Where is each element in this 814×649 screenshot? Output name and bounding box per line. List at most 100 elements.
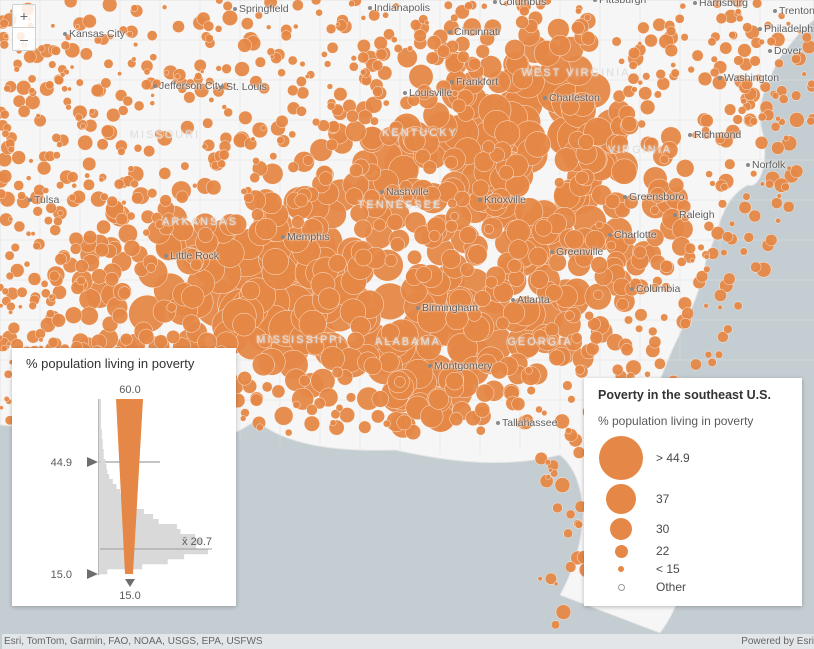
state-label: TENNESSEE — [358, 199, 443, 211]
city-label: Nashville — [386, 186, 429, 198]
city-point — [478, 198, 482, 202]
city-point — [403, 91, 407, 95]
city-point — [493, 0, 497, 4]
legend-bubble-label: 37 — [656, 492, 669, 506]
state-label: MISSISSIPPI — [256, 334, 343, 346]
city-label: Dover — [774, 45, 802, 57]
attribution-esri[interactable]: Powered by Esri — [741, 636, 814, 647]
city-point — [673, 213, 677, 217]
legend-bubble-label: 22 — [656, 544, 669, 558]
hist-top-label: 60.0 — [119, 384, 140, 396]
state-label: ALABAMA — [375, 336, 441, 348]
legend-row: 30 — [598, 518, 788, 540]
city-point — [758, 27, 762, 31]
legend-bubble-icon — [618, 566, 624, 572]
state-label: WEST VIRGINIA — [522, 67, 631, 79]
city-label: Trenton — [779, 5, 814, 17]
city-label: Norfolk — [752, 159, 785, 171]
attribution-sources: Esri, TomTom, Garmin, FAO, NOAA, USGS, E… — [4, 636, 263, 647]
city-label: Knoxville — [484, 194, 526, 206]
city-label: Richmond — [694, 129, 741, 141]
city-label: Memphis — [287, 231, 330, 243]
city-label: Columbia — [636, 283, 680, 295]
city-label: Washington — [724, 72, 779, 84]
city-label: Birmingham — [422, 302, 478, 314]
histogram-chart: 60.0 44.9 15.0 x̄ 20.7 15.0 — [12, 371, 236, 603]
city-point — [153, 84, 157, 88]
city-point — [416, 306, 420, 310]
city-point — [773, 9, 777, 13]
city-label: Cincinnati — [454, 26, 500, 38]
city-point — [746, 163, 750, 167]
city-point — [623, 195, 627, 199]
city-point — [608, 233, 612, 237]
city-point — [368, 6, 372, 10]
city-label: Kansas City — [69, 28, 125, 40]
state-label: KENTUCKY — [382, 127, 458, 139]
state-label: VIRGINIA — [608, 144, 672, 156]
legend-bubble-icon — [606, 484, 636, 514]
city-label: Harrisburg — [699, 0, 748, 9]
legend-row: > 44.9 — [598, 436, 788, 480]
city-point — [450, 80, 454, 84]
city-label: Charleston — [549, 92, 600, 104]
city-point — [593, 0, 597, 2]
min-bottom-handle[interactable]: 15.0 — [119, 579, 140, 602]
city-point — [543, 96, 547, 100]
city-point — [448, 30, 452, 34]
city-label: Philadelphia — [764, 23, 814, 35]
city-label: Greensboro — [629, 191, 684, 203]
state-label: MISSOURI — [130, 129, 200, 141]
zoom-out-button[interactable]: – — [13, 27, 35, 50]
legend-bubble-label: < 15 — [656, 562, 680, 576]
city-label: Charlotte — [614, 229, 657, 241]
city-label: Columbus — [499, 0, 546, 8]
legend-bubble-icon — [615, 545, 628, 558]
city-label: Montgomery — [434, 360, 492, 372]
legend-other-row: Other — [598, 580, 788, 594]
city-label: Jefferson City — [159, 80, 223, 92]
legend-bubble-icon — [599, 436, 643, 480]
state-label: ARKANSAS — [162, 216, 238, 228]
city-label: Greenville — [556, 246, 603, 258]
city-point — [688, 133, 692, 137]
legend-bubble-label: 30 — [656, 522, 669, 536]
legend-bubble-label: > 44.9 — [656, 451, 690, 465]
city-point — [164, 254, 168, 258]
city-label: Louisville — [409, 87, 452, 99]
legend-row: 37 — [598, 484, 788, 514]
state-label: GEORGIA — [507, 336, 572, 348]
hist-min-below: 15.0 — [119, 590, 140, 602]
min-handle[interactable]: 15.0 — [51, 569, 98, 581]
city-point — [281, 235, 285, 239]
legend-row: 22 — [598, 544, 788, 558]
city-label: Pittsburgh — [599, 0, 646, 6]
city-point — [63, 32, 67, 36]
attribution-bar: Esri, TomTom, Garmin, FAO, NOAA, USGS, E… — [2, 634, 814, 649]
city-point — [693, 1, 697, 5]
legend-row: < 15 — [598, 562, 788, 576]
city-label: Atlanta — [517, 294, 550, 306]
legend-bubble-icon — [610, 518, 632, 540]
hist-threshold-label: 44.9 — [51, 457, 72, 469]
city-point — [220, 85, 224, 89]
legend-other-symbol — [618, 584, 625, 591]
city-point — [28, 198, 32, 202]
legend-subtitle: % population living in poverty — [598, 414, 788, 428]
hist-min-left: 15.0 — [51, 569, 72, 581]
map-canvas[interactable]: Kansas CitySpringfieldIndianapolisCincin… — [0, 0, 814, 633]
city-label: Tulsa — [34, 194, 59, 206]
zoom-in-button[interactable]: + — [13, 5, 35, 27]
histogram-title: % population living in poverty — [12, 348, 236, 371]
legend-panel: Poverty in the southeast U.S. % populati… — [584, 378, 802, 606]
city-point — [718, 76, 722, 80]
city-label: Tallahassee — [502, 417, 557, 429]
city-point — [550, 250, 554, 254]
city-point — [233, 7, 237, 11]
city-label: Frankfort — [456, 76, 498, 88]
city-point — [380, 190, 384, 194]
city-label: Little Rock — [170, 250, 219, 262]
hist-mean-label: x̄ 20.7 — [182, 536, 212, 548]
city-label: Indianapolis — [374, 2, 430, 14]
city-point — [511, 298, 515, 302]
